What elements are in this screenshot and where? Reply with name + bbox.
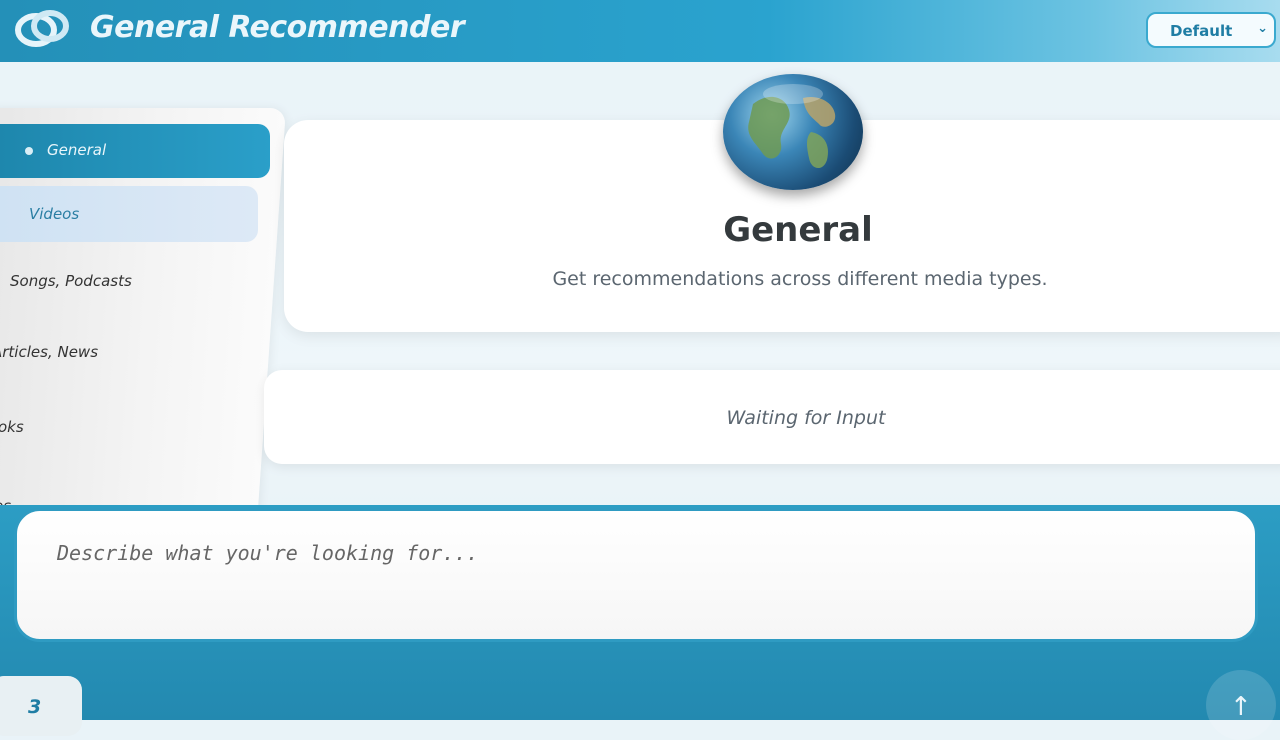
result-count-button[interactable]: 3	[0, 676, 82, 736]
category-subtitle: Get recommendations across different med…	[552, 268, 1048, 290]
sidebar-item-label: Articles, News	[0, 343, 99, 361]
bullet-icon	[25, 147, 33, 155]
theme-select[interactable]: Default ⌄	[1146, 12, 1276, 48]
globe-continents	[748, 84, 836, 169]
app-title: General Recommender	[90, 10, 465, 45]
result-count-value: 3	[28, 696, 42, 718]
sidebar-item-general[interactable]: General	[0, 124, 270, 178]
logo-icon	[15, 10, 69, 47]
category-title: General	[723, 210, 873, 250]
status-text: Waiting for Input	[726, 407, 886, 429]
app-header: General Recommender Default ⌄	[0, 0, 1280, 62]
sidebar-item-label: General	[47, 141, 107, 159]
arrow-up-icon: ↑	[1230, 692, 1252, 722]
theme-select-value: Default	[1170, 22, 1233, 40]
chevron-down-icon: ⌄	[1257, 21, 1268, 36]
query-box	[14, 508, 1258, 642]
query-input[interactable]	[55, 539, 1209, 623]
globe-icon	[723, 74, 863, 190]
sidebar-item-articles-news[interactable]: Articles, News	[0, 343, 98, 361]
send-button[interactable]: ↑	[1206, 670, 1276, 740]
